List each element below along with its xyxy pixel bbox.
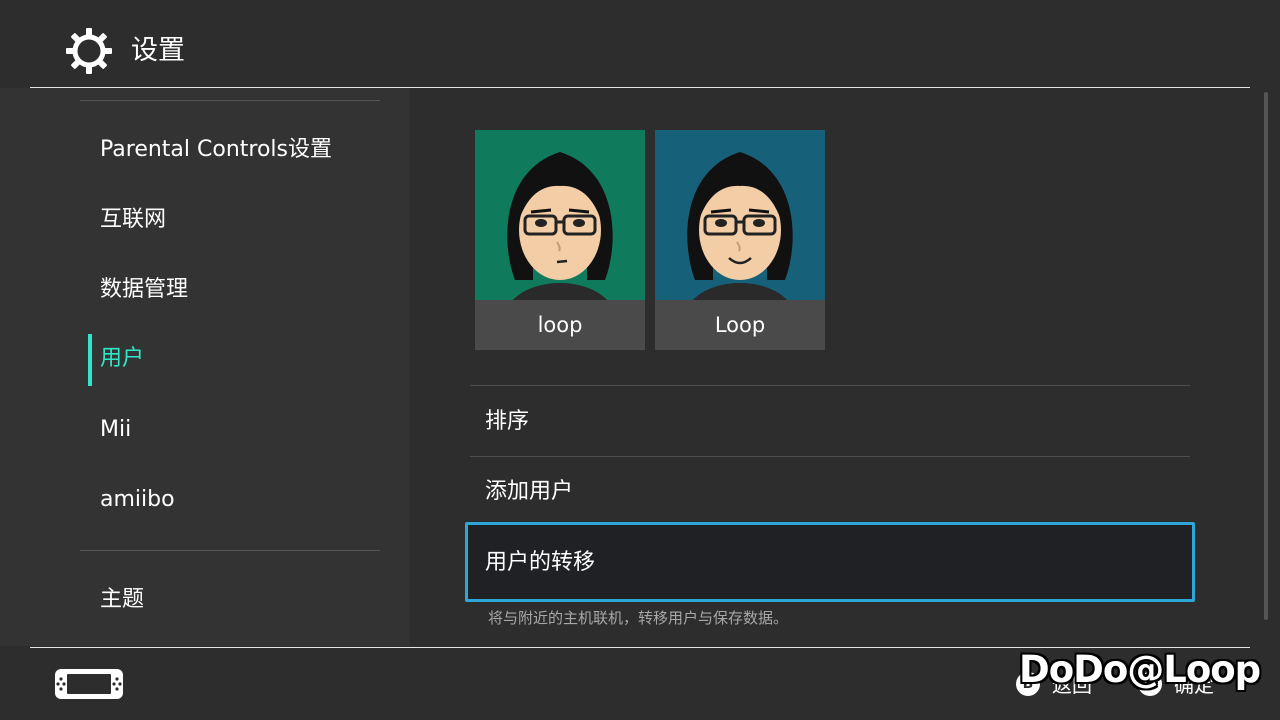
sidebar-item-data-management[interactable]: 数据管理 [100, 275, 188, 305]
page-title: 设置 [131, 35, 185, 66]
menu-divider [470, 385, 1190, 386]
sidebar-item-mii[interactable]: Mii [100, 415, 131, 445]
menu-divider [470, 456, 1190, 457]
sidebar-item-amiibo[interactable]: amiibo [100, 485, 175, 515]
menu-item-label: 用户的转移 [485, 550, 596, 575]
sidebar-item-internet[interactable]: 互联网 [100, 205, 166, 235]
sidebar-active-indicator [88, 334, 92, 386]
scrollbar[interactable] [1264, 92, 1268, 620]
sidebar-item-users[interactable]: 用户 [100, 344, 144, 374]
user-card[interactable]: Loop [655, 130, 825, 350]
menu-item-sort[interactable]: 排序 [485, 407, 529, 437]
sidebar-divider [80, 100, 380, 101]
sidebar-item-parental-controls[interactable]: Parental Controls设置 [100, 135, 332, 165]
watermark: DoDo@Loop [1019, 648, 1261, 691]
sidebar-item-themes[interactable]: 主题 [100, 585, 144, 615]
header-bar: 设置 [0, 0, 1280, 88]
user-avatar [655, 130, 825, 300]
user-card[interactable]: loop [475, 130, 645, 350]
menu-item-add-user[interactable]: 添加用户 [485, 477, 573, 507]
gear-icon [66, 28, 112, 74]
user-avatar [475, 130, 645, 300]
switch-console-icon [55, 669, 123, 699]
user-name: Loop [714, 313, 766, 337]
menu-item-transfer-user[interactable]: 用户的转移 [465, 522, 1195, 602]
sidebar: Parental Controls设置 互联网 数据管理 用户 Mii amii… [0, 88, 410, 646]
menu-item-description: 将与附近的主机联机，转移用户与保存数据。 [488, 609, 789, 627]
sidebar-divider [80, 550, 380, 551]
user-name: loop [537, 313, 583, 337]
